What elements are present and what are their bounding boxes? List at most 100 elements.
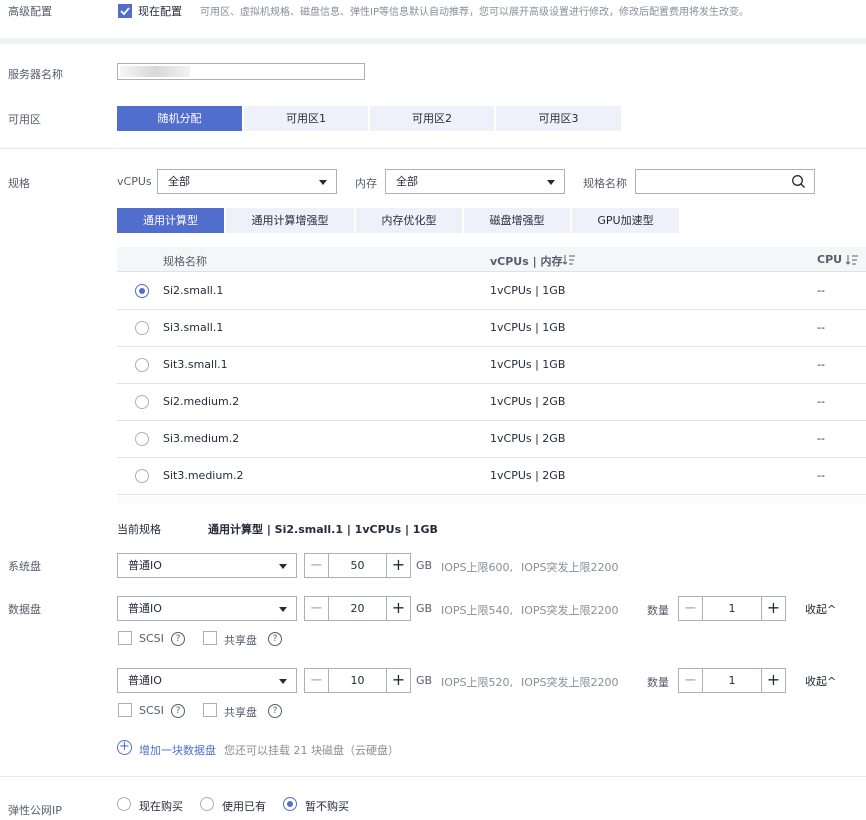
system-disk-unit: GB <box>416 559 433 572</box>
row-radio[interactable] <box>135 395 149 409</box>
row-radio[interactable] <box>135 284 149 298</box>
row-spec-vcpu-mem: 1vCPUs | 2GB <box>490 432 566 445</box>
data-disk-collapse-link[interactable]: 收起^ <box>805 601 836 617</box>
data-disk-iops-burst: IOPS突发上限2200 <box>521 604 619 617</box>
col-header-spec[interactable]: vCPUs | 内存 <box>490 253 562 269</box>
current-spec-label: 当前规格 <box>117 523 161 536</box>
data-disk-collapse-link[interactable]: 收起^ <box>805 673 836 689</box>
spec-tab-gpu[interactable]: GPU加速型 <box>572 208 679 233</box>
az-option-3[interactable]: 可用区3 <box>496 106 621 131</box>
data-disk-type-select[interactable]: 普通IO <box>117 668 297 693</box>
table-row[interactable]: Si2.small.1 1vCPUs | 1GB -- <box>117 273 866 310</box>
add-data-disk-link[interactable]: 增加一块数据盘 <box>139 742 216 758</box>
system-disk-size-stepper[interactable]: − 50 + <box>304 553 411 578</box>
row-spec-cpu: -- <box>817 469 825 482</box>
sort-icon[interactable] <box>563 255 575 265</box>
minus-icon[interactable]: − <box>679 669 703 692</box>
minus-icon[interactable]: − <box>679 597 703 620</box>
scsi-checkbox[interactable] <box>118 703 132 717</box>
help-icon[interactable]: ? <box>268 632 282 646</box>
data-disk-qty-stepper[interactable]: − 1 + <box>678 596 786 621</box>
spec-name-filter-label: 规格名称 <box>583 177 627 190</box>
divider <box>0 148 866 149</box>
spec-tab-memory-optimized[interactable]: 内存优化型 <box>356 208 462 233</box>
scsi-label: SCSI <box>139 704 164 717</box>
plus-icon[interactable]: + <box>761 597 785 620</box>
help-icon[interactable]: ? <box>268 704 282 718</box>
table-row[interactable]: Si2.medium.2 1vCPUs | 2GB -- <box>117 384 866 421</box>
spec-name-search-input[interactable] <box>635 169 815 194</box>
data-disk-iops-burst: IOPS突发上限2200 <box>521 676 619 689</box>
spec-tab-general[interactable]: 通用计算型 <box>117 208 224 233</box>
data-disk-qty-value[interactable]: 1 <box>704 597 760 620</box>
az-option-1[interactable]: 可用区1 <box>244 106 368 131</box>
eip-option-buy-label: 现在购买 <box>139 800 183 813</box>
spec-table-header: 规格名称 vCPUs | 内存 CPU <box>117 247 866 272</box>
help-icon[interactable]: ? <box>171 704 185 718</box>
data-disk-qty-value[interactable]: 1 <box>704 669 760 692</box>
memory-select[interactable]: 全部 <box>385 169 565 194</box>
minus-icon[interactable]: − <box>305 597 329 620</box>
caret-down-icon <box>547 180 555 185</box>
table-row[interactable]: Si3.small.1 1vCPUs | 1GB -- <box>117 310 866 347</box>
minus-icon[interactable]: − <box>305 554 329 577</box>
scsi-checkbox[interactable] <box>118 631 132 645</box>
eip-option-none-label: 暂不购买 <box>305 800 349 813</box>
system-disk-size-value[interactable]: 50 <box>330 554 385 577</box>
row-spec-name: Si2.medium.2 <box>163 395 240 408</box>
vcpus-select[interactable]: 全部 <box>157 169 337 194</box>
server-name-input[interactable] <box>117 63 365 80</box>
system-disk-type-select[interactable]: 普通IO <box>117 553 297 578</box>
data-disk-unit: GB <box>416 602 433 615</box>
data-disk-type-value: 普通IO <box>128 674 162 687</box>
row-radio[interactable] <box>135 321 149 335</box>
eip-option-buy-radio[interactable] <box>117 797 131 811</box>
table-row[interactable]: Sit3.medium.2 1vCPUs | 2GB -- <box>117 458 866 495</box>
plus-icon[interactable]: + <box>761 669 785 692</box>
advanced-label: 高级配置 <box>8 5 52 18</box>
shared-disk-checkbox[interactable] <box>203 631 217 645</box>
plus-icon[interactable]: + <box>386 669 410 692</box>
chevron-up-icon: ^ <box>827 603 837 616</box>
eip-option-none-radio[interactable] <box>283 797 297 811</box>
spec-tab-general-enhanced[interactable]: 通用计算增强型 <box>226 208 354 233</box>
az-option-random[interactable]: 随机分配 <box>117 106 242 131</box>
data-disk-size-stepper[interactable]: − 20 + <box>304 596 411 621</box>
data-disk-size-value[interactable]: 20 <box>330 597 385 620</box>
advanced-checkbox-label: 现在配置 <box>138 5 182 18</box>
spec-tab-disk-enhanced[interactable]: 磁盘增强型 <box>464 208 570 233</box>
row-spec-cpu: -- <box>817 395 825 408</box>
vcpus-select-value: 全部 <box>168 175 190 188</box>
shared-disk-checkbox[interactable] <box>203 703 217 717</box>
minus-icon[interactable]: − <box>305 669 329 692</box>
search-icon[interactable] <box>791 174 806 189</box>
sort-icon[interactable] <box>846 255 858 265</box>
plus-icon[interactable]: + <box>386 554 410 577</box>
collapse-label: 收起 <box>805 603 827 616</box>
data-disk-type-select[interactable]: 普通IO <box>117 596 297 621</box>
help-icon[interactable]: ? <box>171 632 185 646</box>
col-header-cpu[interactable]: CPU <box>817 253 842 266</box>
plus-icon[interactable]: + <box>386 597 410 620</box>
add-circle-icon[interactable]: + <box>117 740 132 755</box>
data-disk-size-value[interactable]: 10 <box>330 669 385 692</box>
row-spec-name: Si3.medium.2 <box>163 432 240 445</box>
spec-label: 规格 <box>8 177 30 190</box>
eip-option-existing-radio[interactable] <box>200 797 214 811</box>
table-row[interactable]: Sit3.small.1 1vCPUs | 1GB -- <box>117 347 866 384</box>
row-radio[interactable] <box>135 358 149 372</box>
az-label: 可用区 <box>8 113 41 126</box>
az-option-2[interactable]: 可用区2 <box>370 106 494 131</box>
system-disk-iops-burst: IOPS突发上限2200 <box>521 561 619 574</box>
caret-down-icon <box>279 607 287 612</box>
row-spec-vcpu-mem: 1vCPUs | 1GB <box>490 358 566 371</box>
row-radio[interactable] <box>135 432 149 446</box>
current-spec-value: 通用计算型 | Si2.small.1 | 1vCPUs | 1GB <box>208 523 438 536</box>
advanced-checkbox[interactable] <box>118 4 132 18</box>
row-radio[interactable] <box>135 469 149 483</box>
table-scroll-fade <box>117 497 866 509</box>
data-disk-qty-stepper[interactable]: − 1 + <box>678 668 786 693</box>
data-disk-size-stepper[interactable]: − 10 + <box>304 668 411 693</box>
chevron-up-icon: ^ <box>827 675 837 688</box>
table-row[interactable]: Si3.medium.2 1vCPUs | 2GB -- <box>117 421 866 458</box>
